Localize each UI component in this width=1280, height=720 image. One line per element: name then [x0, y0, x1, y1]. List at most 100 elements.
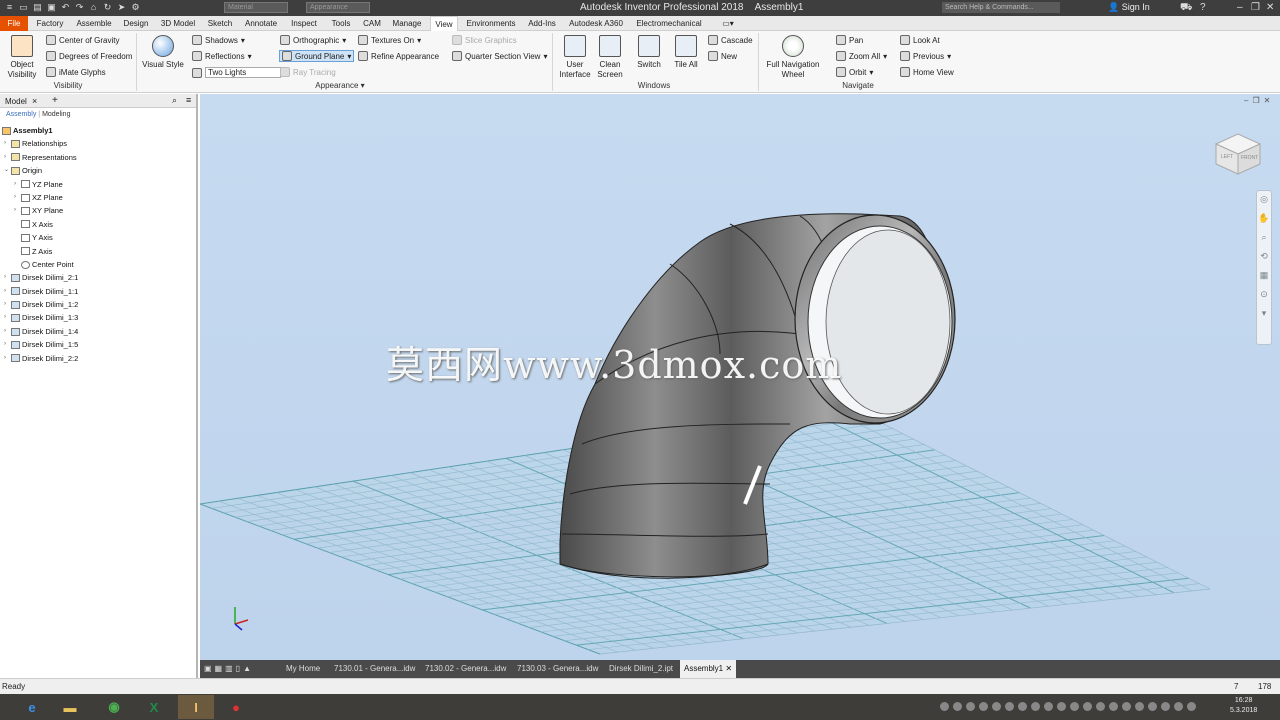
update-icon[interactable]: ↻	[102, 2, 113, 13]
degrees-of-freedom-button[interactable]: Degrees of Freedom	[46, 51, 132, 61]
tray-icon[interactable]	[1005, 702, 1014, 711]
close-icon[interactable]: ✕	[1266, 2, 1274, 13]
search-icon[interactable]: ⌕	[172, 95, 177, 106]
tab-autodesk-a360[interactable]: Autodesk A360	[564, 16, 628, 31]
menu-icon[interactable]: ≡	[186, 95, 191, 105]
tray-icon[interactable]	[1122, 702, 1131, 711]
zoom-icon[interactable]: ⌕	[1257, 232, 1271, 248]
tab-tools[interactable]: Tools	[326, 16, 356, 31]
tab-design[interactable]: Design	[120, 16, 152, 31]
material-dropdown[interactable]: Material	[224, 2, 288, 13]
help-icon[interactable]: ?	[1200, 2, 1206, 13]
tray-icon[interactable]	[1018, 702, 1027, 711]
tray-icon[interactable]	[1187, 702, 1196, 711]
tray-icon[interactable]	[1044, 702, 1053, 711]
tab-annotate[interactable]: Annotate	[240, 16, 282, 31]
tray-icon[interactable]	[992, 702, 1001, 711]
close-browser-icon[interactable]: ×	[32, 96, 37, 106]
orbit-button[interactable]: Orbit ▾	[836, 67, 873, 77]
tree-item-z-axis[interactable]: Z Axis	[0, 245, 196, 258]
tree-item-part[interactable]: › Dirsek Dilimi_1:4	[0, 325, 196, 338]
tray-icon[interactable]	[979, 702, 988, 711]
pan-button[interactable]: Pan	[836, 35, 863, 45]
doc-tab[interactable]: 7130.03 - Genera...idw	[517, 660, 598, 678]
restore-icon[interactable]: ❐	[1251, 2, 1260, 13]
redo-icon[interactable]: ↷	[74, 2, 85, 13]
tile-all-button[interactable]: Tile All	[670, 35, 702, 70]
slice-graphics-button[interactable]: Slice Graphics	[452, 35, 517, 45]
tree-item-relationships[interactable]: › Relationships	[0, 137, 196, 150]
tree-item-assembly[interactable]: Assembly1	[0, 124, 196, 137]
excel-icon[interactable]: X	[136, 695, 172, 719]
tree-item-xy-plane[interactable]: › XY Plane	[0, 204, 196, 217]
tab-file[interactable]: File	[0, 16, 28, 31]
doc-tab[interactable]: 7130.01 - Genera...idw	[334, 660, 415, 678]
reflections-button[interactable]: Reflections ▾	[192, 51, 252, 61]
doc-tab[interactable]: 7130.02 - Genera...idw	[425, 660, 506, 678]
tree-item-part[interactable]: › Dirsek Dilimi_2:1	[0, 271, 196, 284]
tray-icon[interactable]	[1031, 702, 1040, 711]
tree-item-part[interactable]: › Dirsek Dilimi_1:2	[0, 298, 196, 311]
doc-tab[interactable]: Dirsek Dilimi_2.ipt	[609, 660, 673, 678]
tab-view[interactable]: View	[430, 16, 458, 31]
tray-icon[interactable]	[1148, 702, 1157, 711]
tree-item-part[interactable]: › Dirsek Dilimi_2:2	[0, 352, 196, 365]
open-file-icon[interactable]: ▤	[32, 2, 43, 13]
tray-icon[interactable]	[953, 702, 962, 711]
tab-sketch[interactable]: Sketch	[204, 16, 236, 31]
tray-icon[interactable]	[1070, 702, 1079, 711]
tree-item-xz-plane[interactable]: › XZ Plane	[0, 191, 196, 204]
file-explorer-icon[interactable]: ▬	[52, 695, 88, 719]
previous-view-button[interactable]: Previous ▾	[900, 51, 951, 61]
switch-button[interactable]: Switch	[632, 35, 666, 70]
imate-glyphs-button[interactable]: iMate Glyphs	[46, 67, 106, 77]
tab-inspect[interactable]: Inspect	[286, 16, 322, 31]
tab-add-ins[interactable]: Add-Ins	[524, 16, 560, 31]
view-cube[interactable]: LEFT FRONT	[1212, 130, 1264, 178]
look-at-button[interactable]: Look At	[900, 35, 940, 45]
tray-icon[interactable]	[1096, 702, 1105, 711]
home-icon[interactable]: ⌂	[88, 2, 99, 13]
save-icon[interactable]: ▣	[46, 2, 57, 13]
clock[interactable]: 16:28 5.3.2018	[1230, 696, 1257, 716]
navbar-options-icon[interactable]: ▾	[1257, 308, 1271, 324]
minimize-icon[interactable]: –	[1237, 2, 1243, 13]
tab-environments[interactable]: Environments	[462, 16, 520, 31]
user-interface-button[interactable]: User Interface	[558, 35, 592, 80]
clean-screen-button[interactable]: Clean Screen	[594, 35, 626, 80]
tab-electromechanical[interactable]: Electromechanical	[632, 16, 706, 31]
sign-in-button[interactable]: 👤 Sign In	[1108, 2, 1150, 13]
pan-icon[interactable]: ✋	[1257, 213, 1271, 229]
tree-item-x-axis[interactable]: X Axis	[0, 218, 196, 231]
doc-tab-active[interactable]: Assembly1 ✕	[680, 660, 737, 678]
zoom-all-button[interactable]: Zoom All ▾	[836, 51, 887, 61]
select-icon[interactable]: ➤	[116, 2, 127, 13]
steering-wheel-icon[interactable]: ◎	[1257, 194, 1271, 210]
ground-plane-button[interactable]: Ground Plane ▾	[279, 50, 355, 62]
tree-item-y-axis[interactable]: Y Axis	[0, 231, 196, 244]
tray-icon[interactable]	[940, 702, 949, 711]
tab-cam[interactable]: CAM	[360, 16, 384, 31]
tray-icon[interactable]	[1083, 702, 1092, 711]
tree-item-part[interactable]: › Dirsek Dilimi_1:1	[0, 285, 196, 298]
tray-icon[interactable]	[1109, 702, 1118, 711]
tree-item-origin[interactable]: ⌄ Origin	[0, 164, 196, 177]
shadows-button[interactable]: Shadows ▾	[192, 35, 245, 45]
tab-manage[interactable]: Manage	[388, 16, 426, 31]
tree-item-center-point[interactable]: Center Point	[0, 258, 196, 271]
tree-item-part[interactable]: › Dirsek Dilimi_1:5	[0, 338, 196, 351]
tile-layout-icon[interactable]: ▣▦▥▯▲	[204, 660, 254, 678]
ray-tracing-button[interactable]: Ray Tracing	[280, 67, 336, 77]
recorder-icon[interactable]: ●	[218, 695, 254, 719]
tray-icon[interactable]	[1057, 702, 1066, 711]
ribbon-options-icon[interactable]: ▭▾	[718, 16, 738, 31]
center-of-gravity-button[interactable]: Center of Gravity	[46, 35, 119, 45]
full-navigation-wheel-button[interactable]: Full Navigation Wheel	[762, 35, 824, 80]
visual-style-button[interactable]: Visual Style	[140, 35, 186, 70]
edge-browser-icon[interactable]: e	[14, 695, 50, 719]
zoom-all-icon[interactable]: ▦	[1257, 270, 1271, 286]
close-tab-icon[interactable]: ✕	[725, 664, 732, 673]
subtab-modeling[interactable]: Modeling	[42, 111, 70, 118]
lighting-style-select[interactable]: Two Lights	[192, 67, 281, 78]
add-browser-icon[interactable]: +	[52, 95, 58, 106]
